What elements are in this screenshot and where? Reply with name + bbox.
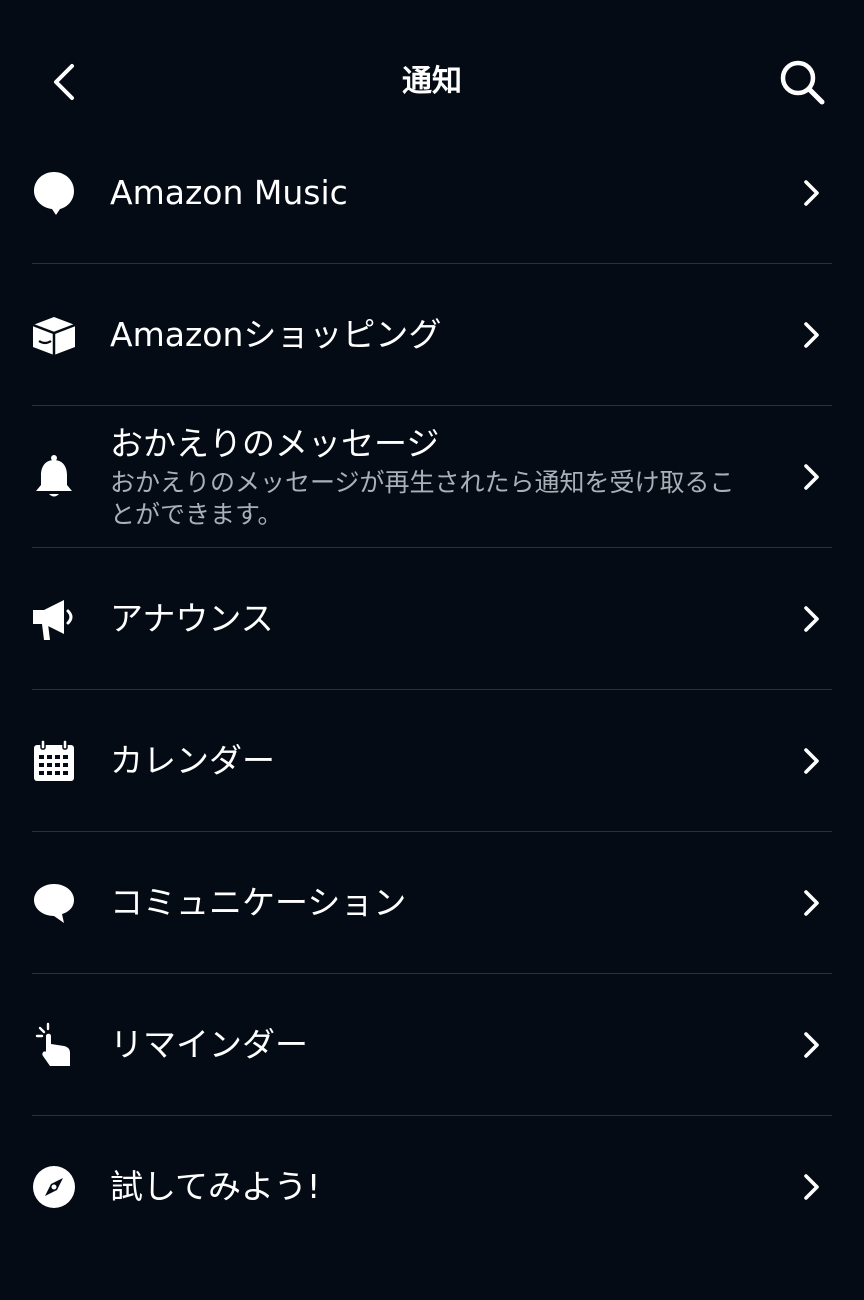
chevron-right-icon (800, 604, 824, 634)
list-item-announcements[interactable]: アナウンス (0, 548, 864, 690)
chevron-right-icon (800, 888, 824, 918)
chevron-right-icon (800, 462, 824, 492)
search-icon (780, 60, 825, 105)
list-item-calendar[interactable]: カレンダー (0, 690, 864, 832)
package-icon (30, 311, 78, 359)
list-item-label: Amazon Music (110, 173, 348, 212)
list-item-try-it[interactable]: 試してみよう! (0, 1116, 864, 1258)
chevron-right-icon (800, 1172, 824, 1202)
list-item-label: おかえりのメッセージ (110, 424, 440, 463)
chevron-right-icon (800, 746, 824, 776)
chat-bubble-icon (30, 879, 78, 927)
chevron-left-icon (54, 64, 74, 100)
chevron-right-icon (800, 320, 824, 350)
back-button[interactable] (36, 52, 92, 112)
list-item-description: おかえりのメッセージが再生されたら通知を受け取ることができます。 (110, 468, 735, 529)
compass-icon (30, 1163, 78, 1211)
notification-settings-list: Amazon Music Amazonショッピング おかえりのメッセージ おかえ… (0, 122, 864, 1258)
list-item-amazon-music[interactable]: Amazon Music (0, 122, 864, 264)
hand-tap-icon (30, 1021, 78, 1069)
list-item-label: アナウンス (110, 599, 274, 638)
list-item-reminders[interactable]: リマインダー (0, 974, 864, 1116)
list-item-label: 試してみよう! (110, 1167, 321, 1206)
list-item-communication[interactable]: コミュニケーション (0, 832, 864, 974)
search-button[interactable] (770, 52, 834, 112)
list-item-amazon-shopping[interactable]: Amazonショッピング (0, 264, 864, 406)
megaphone-icon (30, 595, 78, 643)
list-item-label: コミュニケーション (110, 883, 407, 922)
chevron-right-icon (800, 1030, 824, 1060)
list-item-label: Amazonショッピング (110, 315, 442, 354)
bell-icon (30, 453, 78, 501)
speech-bubble-icon (30, 169, 78, 217)
page-title: 通知 (402, 64, 462, 99)
list-item-label: リマインダー (110, 1025, 308, 1064)
calendar-icon (30, 737, 78, 785)
list-item-label: カレンダー (110, 741, 275, 780)
chevron-right-icon (800, 178, 824, 208)
list-item-welcome-message[interactable]: おかえりのメッセージ おかえりのメッセージが再生されたら通知を受け取ることができ… (0, 406, 864, 548)
